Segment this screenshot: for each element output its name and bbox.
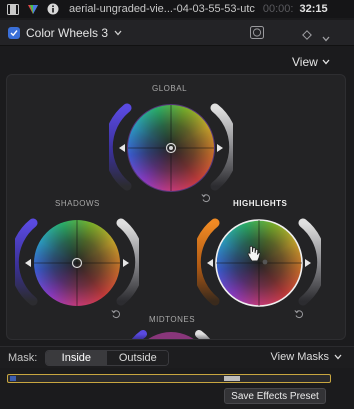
mask-inside-button[interactable]: Inside [46, 350, 107, 365]
color-inspector-icon[interactable] [26, 3, 40, 15]
timecode: 32:15 [299, 3, 328, 15]
midtones-wheel-label: MIDTONES [149, 315, 196, 324]
mask-outside-button[interactable]: Outside [106, 350, 169, 365]
chevron-down-icon [334, 354, 342, 360]
strip-left-marker [10, 376, 16, 381]
effect-header: Color Wheels 3 [0, 20, 354, 46]
view-masks-label: View Masks [270, 351, 329, 363]
global-color-wheel[interactable] [109, 98, 233, 198]
chevron-down-icon[interactable] [114, 30, 122, 36]
highlights-color-wheel[interactable] [197, 213, 321, 313]
effect-enable-checkbox[interactable] [8, 26, 20, 39]
view-menu-button[interactable]: View [292, 55, 330, 69]
shadows-wheel-label: SHADOWS [55, 199, 100, 208]
chevron-down-icon [322, 59, 330, 65]
film-strip-icon[interactable] [6, 3, 20, 15]
effect-name[interactable]: Color Wheels 3 [26, 26, 108, 40]
color-wheels-panel: GLOBAL SHADOWS HIGHLIGHTS MIDTONES [6, 74, 346, 340]
view-menu-label: View [292, 55, 318, 69]
highlights-wheel-label: HIGHLIGHTS [233, 199, 288, 208]
mask-label: Mask: [8, 351, 38, 364]
chevron-down-icon[interactable] [322, 29, 330, 47]
clip-name: aerial-ungraded-vie...-04-03-55-53-utc [69, 3, 255, 15]
strip-right-marker [224, 376, 240, 381]
title-bar: aerial-ungraded-vie...-04-03-55-53-utc 0… [0, 0, 354, 18]
timecode-prefix: 00:00: [262, 3, 294, 15]
mask-strip[interactable] [7, 374, 331, 383]
midtones-color-wheel[interactable] [109, 326, 233, 339]
view-masks-button[interactable]: View Masks [271, 351, 342, 363]
info-icon[interactable] [46, 3, 60, 15]
shape-mask-icon[interactable] [250, 26, 264, 44]
shadows-color-wheel[interactable] [15, 213, 139, 313]
mask-mode-segmented-control: Inside Outside [45, 349, 170, 366]
mask-bar: Mask: Inside Outside View Masks [0, 346, 354, 368]
reset-shadows-icon[interactable] [111, 309, 121, 319]
keyframe-icon[interactable] [302, 27, 312, 45]
save-effects-preset-button[interactable]: Save Effects Preset [224, 388, 326, 404]
global-wheel-label: GLOBAL [152, 84, 188, 93]
reset-global-icon[interactable] [201, 193, 211, 203]
reset-highlights-icon[interactable] [294, 309, 304, 319]
